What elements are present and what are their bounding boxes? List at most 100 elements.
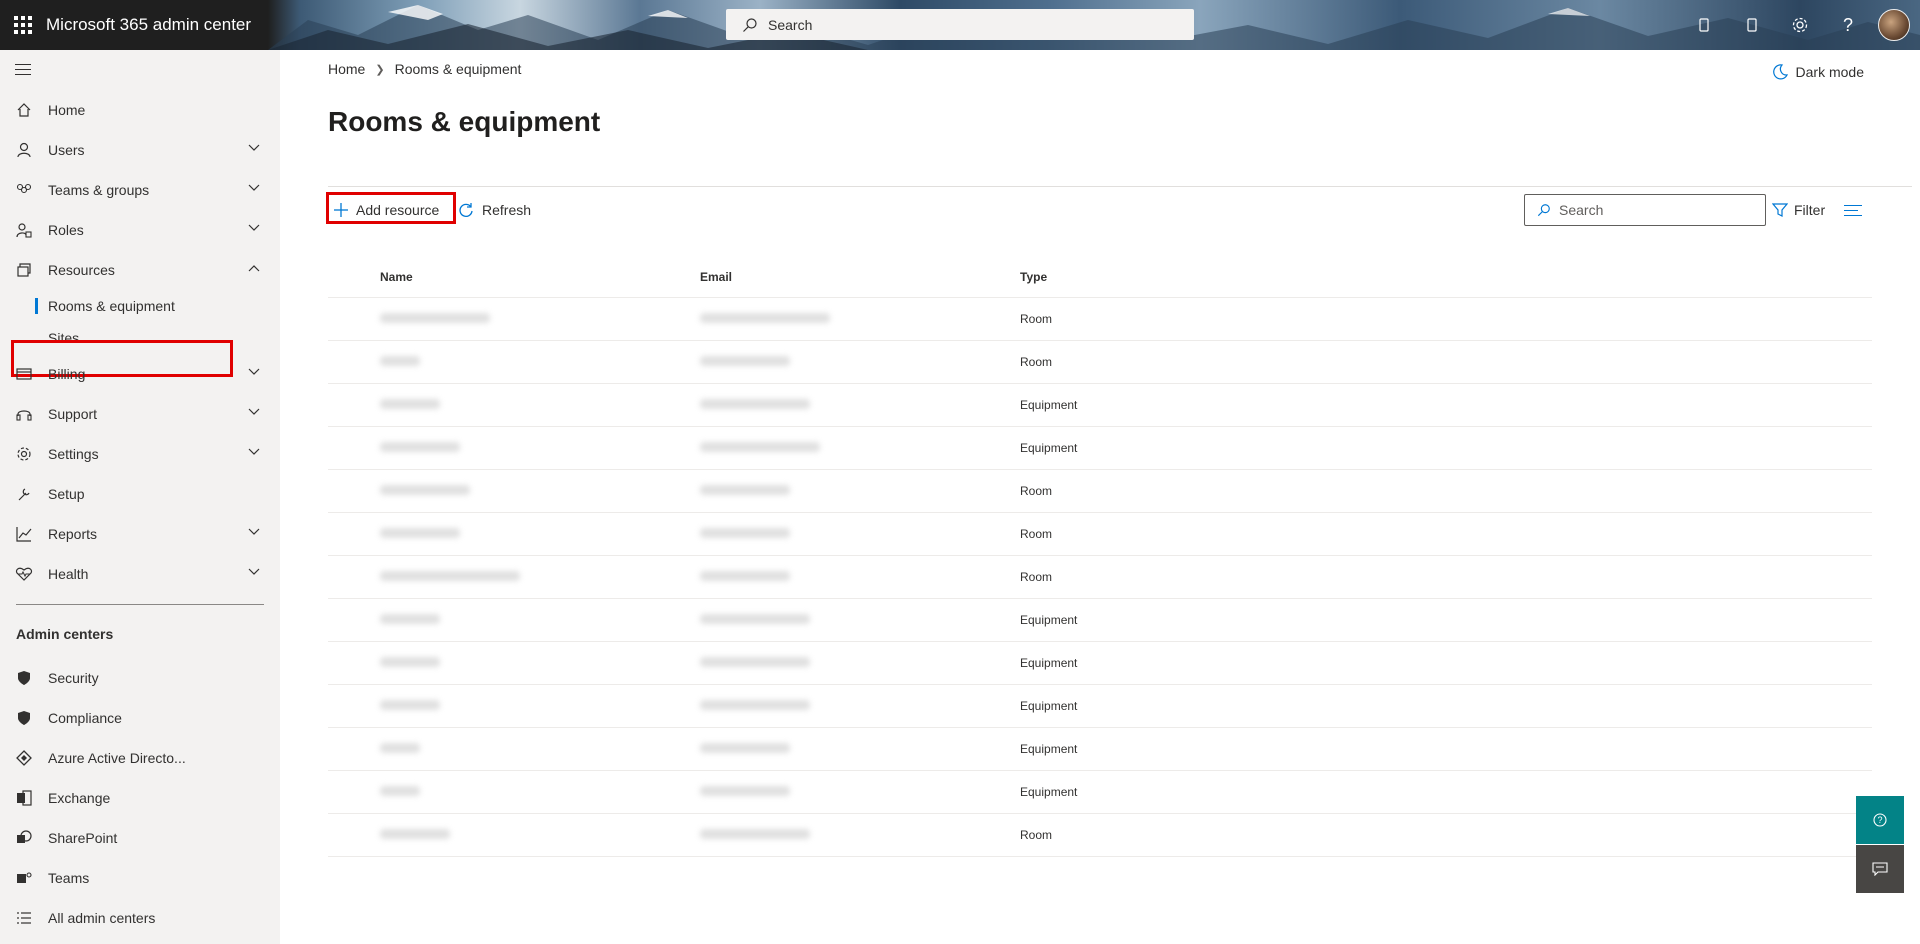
name-cell[interactable] xyxy=(368,527,688,541)
redacted-name xyxy=(380,442,460,452)
avatar[interactable] xyxy=(1878,9,1910,41)
name-cell[interactable] xyxy=(368,699,688,713)
name-cell[interactable] xyxy=(368,484,688,498)
redacted-email xyxy=(700,743,790,753)
dark-mode-toggle[interactable]: Dark mode xyxy=(1772,64,1864,80)
email-cell xyxy=(688,355,1008,369)
name-cell[interactable] xyxy=(368,312,688,326)
sidebar-item-label: Support xyxy=(48,406,98,422)
sidebar-item-resources[interactable]: Resources xyxy=(0,250,280,290)
global-search-box[interactable]: Search xyxy=(726,9,1194,40)
table-row[interactable]: Equipment xyxy=(328,685,1872,728)
filter-button[interactable]: Filter xyxy=(1772,194,1825,226)
sidebar-item-users[interactable]: Users xyxy=(0,130,280,170)
chevron-down-icon xyxy=(248,528,260,535)
sidebar-divider xyxy=(16,604,264,605)
sidebar-item-setup[interactable]: Setup xyxy=(0,474,280,514)
gear-icon xyxy=(1792,17,1808,33)
name-cell[interactable] xyxy=(368,828,688,842)
redacted-name xyxy=(380,356,420,366)
help-button[interactable]: ? xyxy=(1824,0,1872,50)
table-header: Name Email Type xyxy=(328,256,1872,298)
name-cell[interactable] xyxy=(368,441,688,455)
table-row[interactable]: Equipment xyxy=(328,728,1872,771)
chevron-down-icon xyxy=(248,448,260,455)
refresh-icon xyxy=(459,203,473,217)
sidebar-item-all-admin-centers[interactable]: All admin centers xyxy=(0,898,280,938)
sidebar-item-sharepoint[interactable]: SharePoint xyxy=(0,818,280,858)
table-row[interactable]: Room xyxy=(328,814,1872,857)
table-row[interactable]: Equipment xyxy=(328,599,1872,642)
name-cell[interactable] xyxy=(368,742,688,756)
chevron-right-icon: ❯ xyxy=(375,63,385,76)
table-row[interactable]: Equipment xyxy=(328,427,1872,470)
table-row[interactable]: Equipment xyxy=(328,771,1872,814)
name-cell[interactable] xyxy=(368,613,688,627)
email-cell xyxy=(688,398,1008,412)
azure-ad-icon xyxy=(0,750,48,766)
redacted-name xyxy=(380,313,490,323)
type-cell: Equipment xyxy=(1020,699,1078,713)
table-row[interactable]: Room xyxy=(328,298,1872,341)
moon-icon xyxy=(1772,64,1788,80)
sidebar-item-reports[interactable]: Reports xyxy=(0,514,280,554)
sidebar-item-roles[interactable]: Roles xyxy=(0,210,280,250)
filter-label: Filter xyxy=(1794,202,1826,218)
column-header-email[interactable]: Email xyxy=(688,270,1008,284)
table-row[interactable]: Room xyxy=(328,470,1872,513)
groups-icon xyxy=(0,182,48,198)
table-row[interactable]: Room xyxy=(328,513,1872,556)
table-row[interactable]: Equipment xyxy=(328,642,1872,685)
sidebar-subitem-rooms-equipment[interactable]: Rooms & equipment xyxy=(0,290,280,322)
help-floating-button[interactable]: ? xyxy=(1856,796,1904,844)
sidebar-item-home[interactable]: Home xyxy=(0,90,280,130)
email-cell xyxy=(688,484,1008,498)
settings-button[interactable] xyxy=(1776,0,1824,50)
sidebar-item-health[interactable]: Health xyxy=(0,554,280,594)
sidebar-item-support[interactable]: Support xyxy=(0,394,280,434)
sidebar-item-teams[interactable]: Teams xyxy=(0,858,280,898)
type-cell: Equipment xyxy=(1020,441,1078,455)
sidebar-item-compliance[interactable]: Compliance xyxy=(0,698,280,738)
name-cell[interactable] xyxy=(368,355,688,369)
name-cell[interactable] xyxy=(368,785,688,799)
refresh-button[interactable]: Refresh xyxy=(458,194,531,226)
name-cell[interactable] xyxy=(368,656,688,670)
email-cell xyxy=(688,312,1008,326)
app-title[interactable]: Microsoft 365 admin center xyxy=(46,15,251,35)
sidebar-item-azure-ad[interactable]: Azure Active Directo... xyxy=(0,738,280,778)
breadcrumb: Home ❯ Rooms & equipment xyxy=(328,61,521,77)
phone-button[interactable] xyxy=(1728,0,1776,50)
breadcrumb-home[interactable]: Home xyxy=(328,61,365,77)
name-cell[interactable] xyxy=(368,398,688,412)
sharepoint-icon xyxy=(0,830,48,846)
feedback-floating-button[interactable] xyxy=(1856,845,1904,893)
column-header-type[interactable]: Type xyxy=(1008,270,1308,284)
sidebar-item-label: Home xyxy=(48,102,86,118)
email-cell xyxy=(688,527,1008,541)
collapse-nav-button[interactable] xyxy=(15,64,31,79)
main-content: Home ❯ Rooms & equipment Dark mode Rooms… xyxy=(280,50,1920,944)
name-cell[interactable] xyxy=(368,570,688,584)
sidebar-item-label: Compliance xyxy=(48,710,122,726)
list-search-input[interactable]: Search xyxy=(1524,194,1766,226)
sidebar-item-label: Exchange xyxy=(48,790,111,806)
table-row[interactable]: Room xyxy=(328,341,1872,384)
redacted-email xyxy=(700,528,790,538)
view-options-button[interactable] xyxy=(1844,194,1866,226)
sidebar-item-teams-groups[interactable]: Teams & groups xyxy=(0,170,280,210)
redacted-name xyxy=(380,657,440,667)
redacted-email xyxy=(700,399,810,409)
table-row[interactable]: Room xyxy=(328,556,1872,599)
redacted-email xyxy=(700,829,810,839)
sidebar-item-settings[interactable]: Settings xyxy=(0,434,280,474)
sidebar-item-billing[interactable]: Billing xyxy=(0,354,280,394)
device-button[interactable] xyxy=(1680,0,1728,50)
app-launcher-button[interactable] xyxy=(0,0,46,50)
sidebar-item-security[interactable]: Security xyxy=(0,658,280,698)
global-search-placeholder: Search xyxy=(768,16,813,33)
phone-icon xyxy=(1747,18,1757,32)
sidebar-item-exchange[interactable]: Exchange xyxy=(0,778,280,818)
table-row[interactable]: Equipment xyxy=(328,384,1872,427)
column-header-name[interactable]: Name xyxy=(368,270,688,284)
